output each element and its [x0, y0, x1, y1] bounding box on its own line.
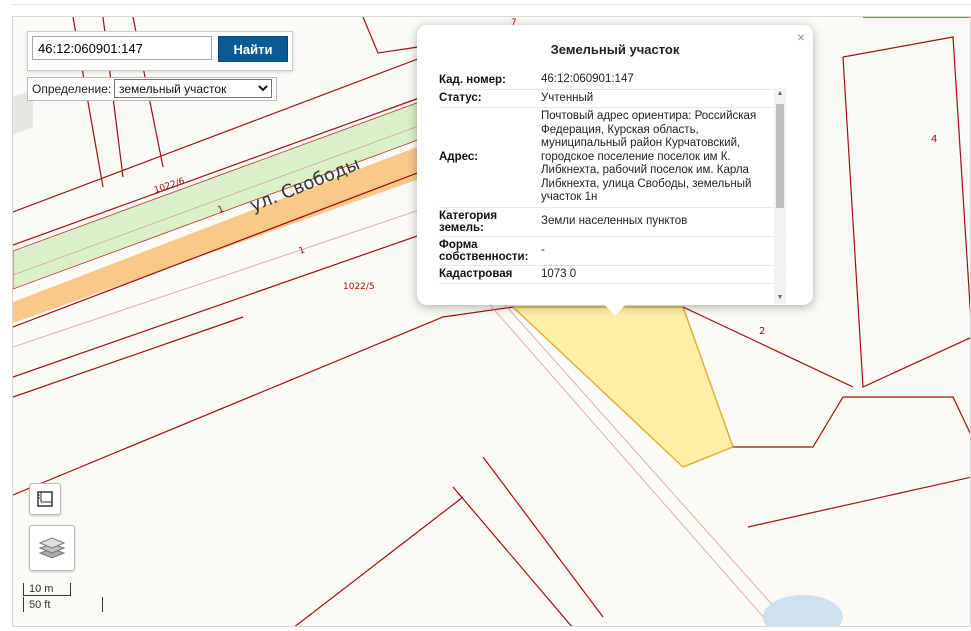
info-key: Форма собственности:	[439, 238, 529, 263]
info-value: 1073 0	[541, 267, 577, 280]
info-value: -	[541, 243, 545, 256]
info-value: Земли населенных пунктов	[541, 214, 688, 227]
parcel-number: 2	[759, 326, 765, 337]
info-row: Кад. номер: 46:12:060901:147	[439, 71, 787, 90]
popup-pointer	[603, 303, 627, 316]
parcel-number: 4	[931, 134, 937, 145]
popup-scrollbar[interactable]: ▲ ▼	[774, 88, 786, 304]
info-key: Категория земель:	[439, 209, 498, 234]
info-row: Категория земель: Земли населенных пункт…	[439, 208, 787, 237]
cadastral-search-input[interactable]	[32, 36, 212, 60]
top-divider	[12, 4, 971, 5]
scroll-up-icon[interactable]: ▲	[774, 88, 786, 100]
measure-button[interactable]	[29, 483, 61, 515]
map-view[interactable]: ул. Свободы 1022/6 1022/5 1 1 4 2 7 Найт…	[12, 16, 971, 627]
scroll-thumb[interactable]	[776, 104, 784, 208]
layers-icon	[38, 537, 66, 559]
info-row: Форма собственности: -	[439, 237, 787, 266]
info-row: Кадастровая 1073 0	[439, 266, 787, 284]
scroll-down-icon[interactable]: ▼	[774, 292, 786, 304]
layers-button[interactable]	[29, 525, 75, 571]
popup-body: Кад. номер: 46:12:060901:147 Статус: Учт…	[439, 71, 787, 291]
info-row: Адрес: Почтовый адрес ориентира: Российс…	[439, 108, 787, 208]
scale-metric: 10 m	[23, 583, 71, 596]
ruler-icon	[37, 491, 53, 507]
definition-select[interactable]: земельный участок	[114, 79, 272, 98]
scale-imperial: 50 ft	[23, 597, 103, 612]
parcel-label: 1022/5	[343, 282, 375, 292]
definition-panel: Определение: земельный участок	[27, 77, 277, 101]
info-value: Почтовый адрес ориентира: Российская Фед…	[541, 110, 757, 203]
info-key: Статус:	[439, 92, 482, 105]
parcel-info-popup: × Земельный участок Кад. номер: 46:12:06…	[417, 25, 813, 316]
search-panel: Найти	[27, 31, 293, 71]
info-value: Учтенный	[541, 91, 594, 104]
search-button[interactable]: Найти	[218, 36, 288, 62]
info-value: 46:12:060901:147	[541, 73, 634, 85]
info-row: Статус: Учтенный	[439, 90, 787, 108]
info-key: Кадастровая	[439, 268, 513, 281]
info-key: Кад. номер:	[439, 73, 506, 86]
popup-title: Земельный участок	[550, 42, 680, 57]
info-key: Адрес:	[439, 151, 479, 164]
definition-label: Определение:	[32, 82, 112, 96]
